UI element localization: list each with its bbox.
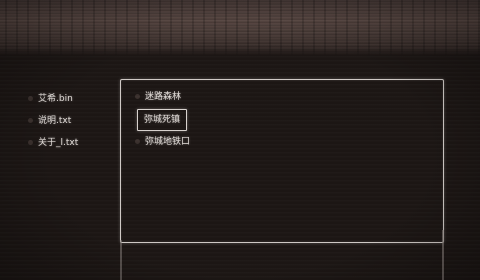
background-texture-band [0,0,480,56]
file-bullet-icon [28,96,33,101]
choice-bullet-icon [135,139,140,144]
file-label: 艾希.bin [38,94,73,104]
file-item-guanyu-txt[interactable]: 关于_l.txt [28,132,108,154]
choice-label: 弥城死镇 [144,115,181,125]
panel-edge-line-left [120,240,122,280]
file-list: 艾希.bin 说明.txt 关于_l.txt [28,88,108,154]
file-item-aisi-bin[interactable]: 艾希.bin [28,88,108,110]
file-label: 关于_l.txt [38,138,79,148]
choice-panel: 迷路森林 弥城死镇 弥城地铁口 [120,79,444,243]
choice-mi-lu-sen-lin[interactable]: 迷路森林 [133,89,185,105]
choice-label: 弥城地铁口 [145,137,191,147]
choice-mi-cheng-si-zhen[interactable]: 弥城死镇 [137,109,188,131]
file-bullet-icon [28,140,33,145]
file-bullet-icon [28,118,33,123]
choice-bullet-icon [135,94,140,99]
choice-mi-cheng-di-tie-kou[interactable]: 弥城地铁口 [133,134,194,150]
file-label: 说明.txt [38,116,72,126]
file-item-shuoming-txt[interactable]: 说明.txt [28,110,108,132]
panel-edge-line [442,230,444,280]
choice-label: 迷路森林 [145,92,182,102]
